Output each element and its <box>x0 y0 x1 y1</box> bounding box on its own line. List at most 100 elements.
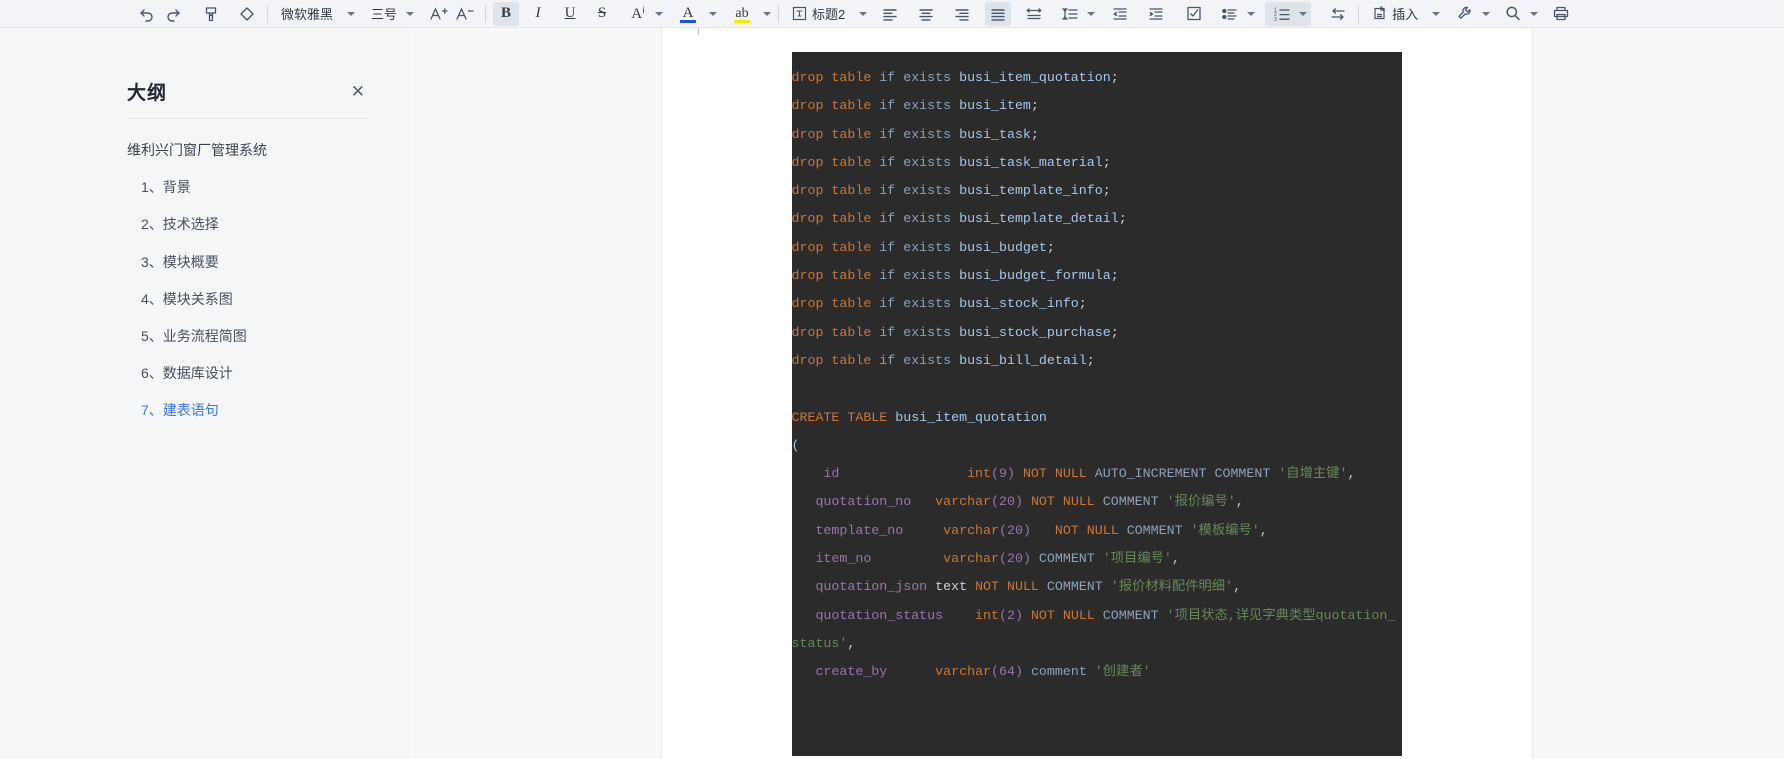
redo-icon[interactable] <box>160 2 186 26</box>
code-line: create_by varchar(64) comment '创建者' <box>792 658 1402 686</box>
code-line: ( <box>792 432 1402 460</box>
chevron-down-icon[interactable] <box>655 11 664 16</box>
chevron-down-icon[interactable] <box>1530 11 1539 16</box>
code-token: busi_stock_info <box>959 296 1079 312</box>
outline-header: 大纲 ✕ <box>0 28 409 105</box>
outline-item-6[interactable]: 6、数据库设计 <box>127 364 409 382</box>
document-scroll-area[interactable]: drop table if exists busi_item_quotation… <box>409 28 1784 759</box>
code-token: (20) <box>999 522 1031 538</box>
code-token: item_no <box>791 551 872 567</box>
outline-item-3[interactable]: 3、模块概要 <box>127 253 409 271</box>
code-token: NOT NULL <box>1030 494 1095 510</box>
increase-indent-button[interactable] <box>1143 2 1169 26</box>
svg-text:3: 3 <box>1274 17 1277 22</box>
code-token: '项目编号' <box>1102 551 1172 567</box>
chevron-down-icon[interactable] <box>1299 11 1308 16</box>
code-token: busi_item_quotation <box>959 70 1111 85</box>
code-token: (9) <box>991 466 1015 482</box>
bold-label: B <box>501 5 512 21</box>
chevron-down-icon[interactable] <box>1482 11 1491 16</box>
sql-code-block[interactable]: drop table if exists busi_item_quotation… <box>791 52 1402 756</box>
font-size-select[interactable]: 三号 <box>365 2 418 26</box>
chevron-down-icon <box>406 11 415 16</box>
code-token: NOT NULL <box>975 579 1039 595</box>
undo-icon[interactable] <box>134 2 160 26</box>
paragraph-style-select[interactable]: 标题2 <box>786 2 871 26</box>
clear-format-icon[interactable] <box>234 2 260 26</box>
bold-button[interactable]: B <box>493 1 520 26</box>
code-token: if exists <box>879 211 952 227</box>
code-token: text <box>935 579 968 595</box>
code-token: '创建者' <box>1094 664 1151 680</box>
search-icon[interactable] <box>1500 2 1526 26</box>
increase-font-size-button[interactable] <box>426 2 452 26</box>
outline-item-4[interactable]: 4、模块关系图 <box>127 290 409 308</box>
format-painter-icon[interactable] <box>198 2 224 26</box>
chevron-down-icon <box>1432 11 1441 16</box>
decrease-indent-button[interactable] <box>1107 2 1133 26</box>
code-line: drop table if exists busi_bill_detail; <box>792 347 1402 375</box>
code-line: drop table if exists busi_task; <box>792 121 1402 149</box>
align-justify-button[interactable] <box>985 1 1012 26</box>
code-token: NOT NULL <box>1022 466 1087 482</box>
code-line: drop table if exists busi_template_info; <box>792 177 1402 205</box>
outline-item-1[interactable]: 1、背景 <box>127 178 409 196</box>
font-color-button[interactable]: A <box>675 2 701 26</box>
align-left-button[interactable] <box>877 2 903 26</box>
code-token: drop table <box>791 324 872 340</box>
code-token: ; <box>1086 352 1095 368</box>
chevron-down-icon[interactable] <box>1247 11 1256 16</box>
outline-panel: 大纲 ✕ 维利兴门窗厂管理系统 1、背景 2、技术选择 3、模块概要 4、模块关… <box>0 28 409 759</box>
text-direction-button[interactable] <box>1325 2 1351 26</box>
bullet-list-button[interactable] <box>1217 2 1243 26</box>
underline-button[interactable]: U <box>557 2 583 26</box>
code-token: ; <box>1030 98 1039 114</box>
line-spacing-button[interactable] <box>1057 2 1083 26</box>
code-token: if exists <box>879 183 952 199</box>
font-family-select[interactable]: 微软雅黑 <box>275 2 359 26</box>
outline-item-7[interactable]: 7、建表语句 <box>127 401 409 419</box>
insert-menu[interactable]: 插入 <box>1366 2 1444 26</box>
code-token: NOT NULL <box>1030 607 1095 623</box>
align-right-button[interactable] <box>949 2 975 26</box>
decrease-font-size-button[interactable] <box>452 2 478 26</box>
strikethrough-button[interactable]: S <box>589 2 615 26</box>
text-effects-button[interactable]: Aⁱ <box>625 2 651 26</box>
chevron-down-icon[interactable] <box>1087 11 1096 16</box>
font-size-value: 三号 <box>371 7 398 22</box>
code-token: , <box>1235 494 1244 510</box>
outline-item-2[interactable]: 2、技术选择 <box>127 215 409 233</box>
align-center-button[interactable] <box>913 2 939 26</box>
chevron-down-icon[interactable] <box>763 11 772 16</box>
code-line: quotation_json text NOT NULL COMMENT '报价… <box>792 573 1402 601</box>
code-token: busi_template_info <box>959 183 1103 199</box>
print-icon[interactable] <box>1548 2 1574 26</box>
code-token: if exists <box>879 98 952 114</box>
strikethrough-label: S <box>597 5 607 21</box>
close-icon[interactable]: ✕ <box>347 79 369 104</box>
numbered-list-button[interactable]: 1 2 3 <box>1269 2 1295 26</box>
highlight-button[interactable]: ab <box>729 2 755 26</box>
distribute-button[interactable] <box>1021 2 1047 26</box>
outline-item-5[interactable]: 5、业务流程简图 <box>127 327 409 345</box>
code-token: busi_budget_formula <box>959 268 1111 284</box>
checklist-button[interactable] <box>1181 2 1207 26</box>
tools-wrench-icon[interactable] <box>1452 2 1478 26</box>
outline-root-item[interactable]: 维利兴门窗厂管理系统 <box>127 141 409 159</box>
chevron-down-icon[interactable] <box>709 11 718 16</box>
style-value: 标题2 <box>812 7 846 22</box>
document-page[interactable]: drop table if exists busi_item_quotation… <box>661 28 1532 759</box>
italic-button[interactable]: I <box>525 2 551 26</box>
code-token: , <box>1171 551 1180 567</box>
code-token: busi_task <box>959 126 1031 142</box>
